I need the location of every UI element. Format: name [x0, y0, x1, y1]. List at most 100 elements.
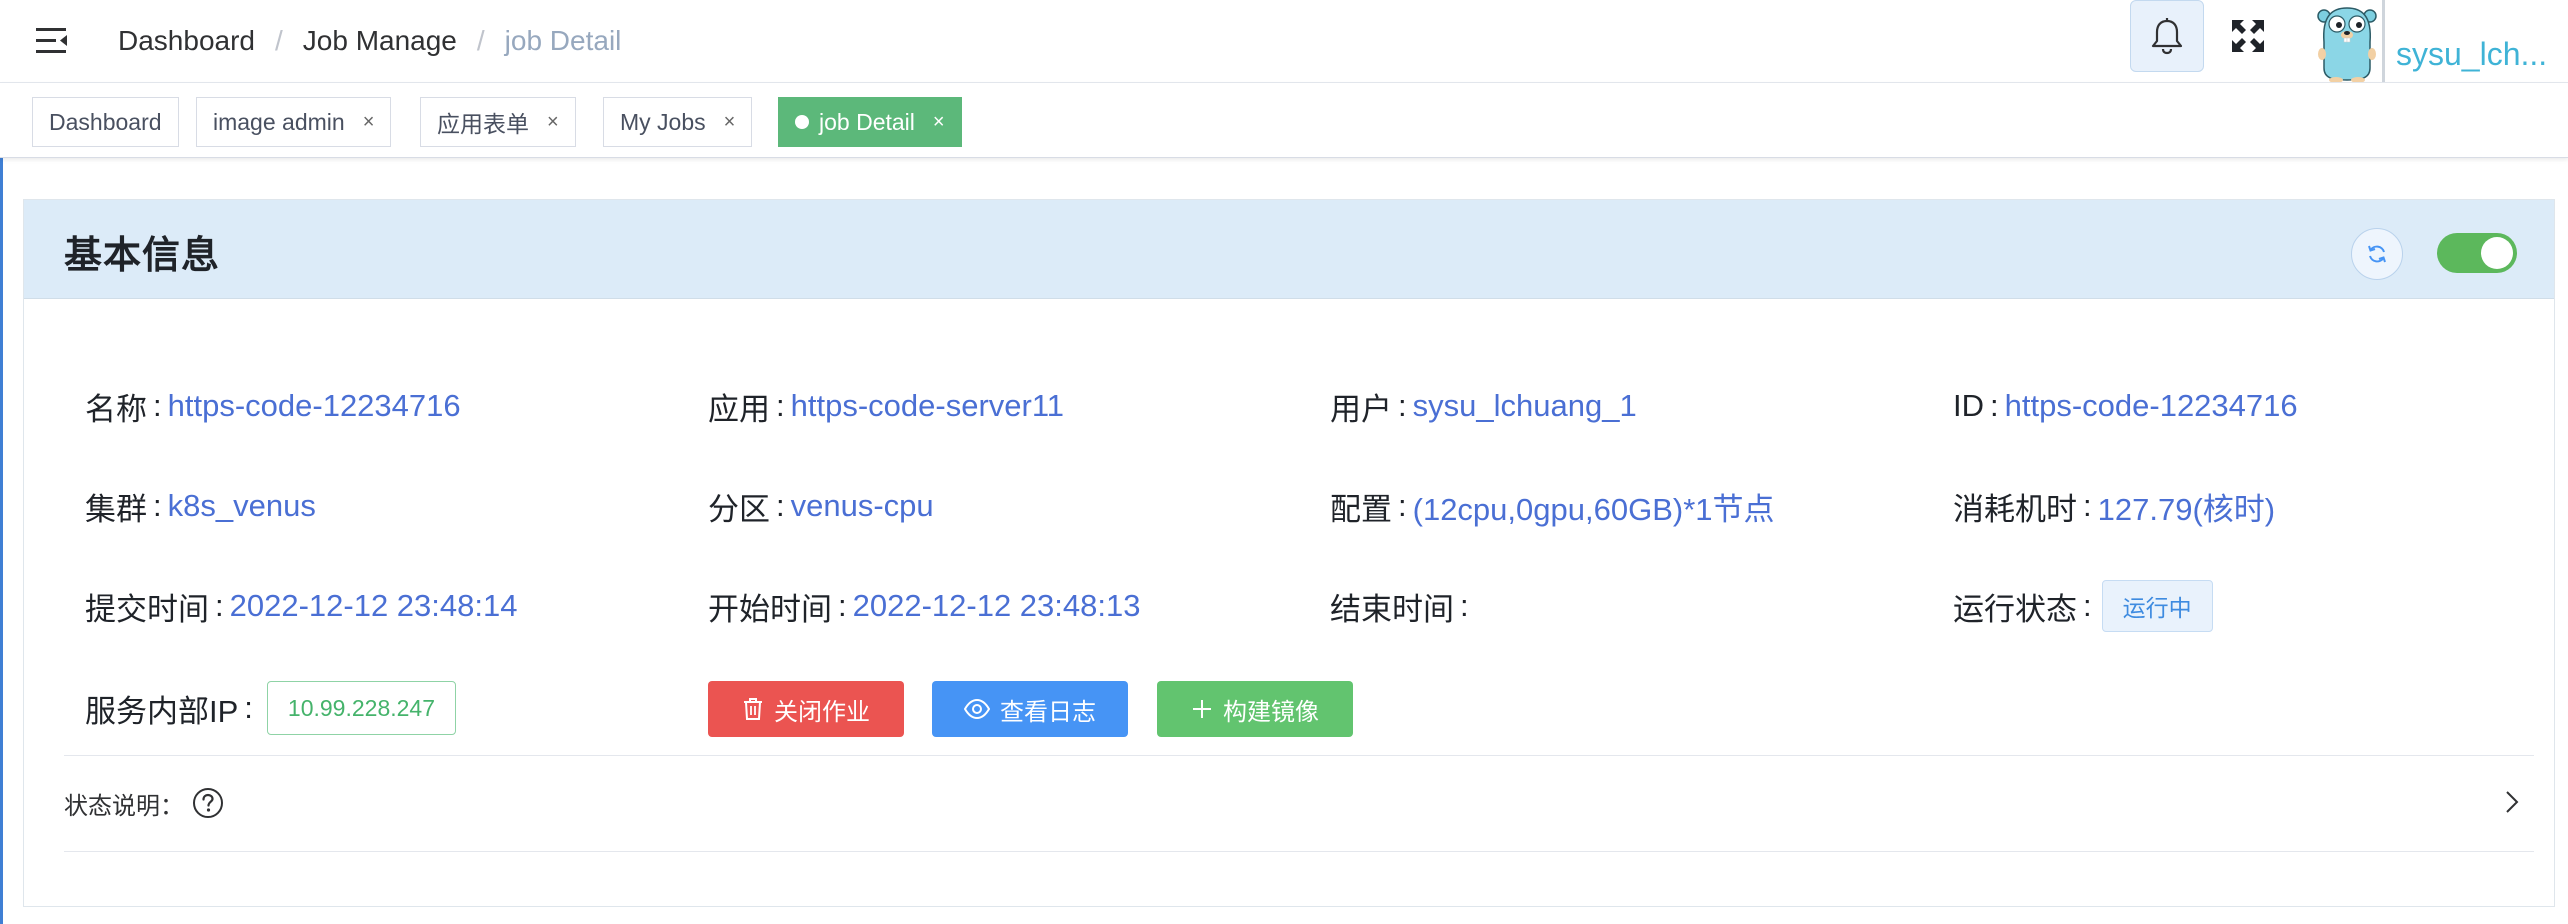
- field-label: 配置: [1330, 491, 1392, 527]
- field-value: (12cpu,0gpu,60GB)*1节点: [1412, 491, 1775, 527]
- tag-label: Dashboard: [49, 108, 162, 135]
- auto-refresh-toggle[interactable]: [2437, 233, 2517, 273]
- field-value: 127.79(核时): [2097, 491, 2276, 527]
- breadcrumb-job-detail: job Detail: [504, 25, 622, 56]
- eye-icon: [964, 699, 990, 719]
- close-icon[interactable]: ×: [933, 111, 945, 134]
- hamburger-icon[interactable]: [34, 24, 70, 58]
- field-label: 开始时间: [708, 591, 832, 627]
- field-partition: 分区: venus-cpu: [708, 478, 934, 534]
- status-badge: 运行中: [2101, 580, 2213, 632]
- field-run-status: 运行状态: 运行中: [1953, 578, 2213, 634]
- tag-label: 应用表单: [437, 111, 529, 137]
- field-value: https-code-12234716: [2004, 388, 2298, 423]
- field-name: 名称: https-code-12234716: [85, 378, 461, 434]
- card-header: 基本信息: [24, 200, 2554, 299]
- status-description-collapse[interactable]: 状态说明：: [64, 755, 2534, 851]
- colon: :: [2083, 588, 2092, 623]
- field-id: ID: https-code-12234716: [1953, 378, 2298, 434]
- field-value: venus-cpu: [790, 488, 934, 523]
- breadcrumb: Dashboard / Job Manage / job Detail: [118, 0, 621, 82]
- tags-view: Dashboard image admin × 应用表单 × My Jobs ×…: [0, 83, 2568, 158]
- close-icon[interactable]: ×: [547, 111, 559, 134]
- tag-my-jobs[interactable]: My Jobs ×: [603, 97, 753, 147]
- field-label: 应用: [708, 391, 770, 427]
- field-cluster: 集群: k8s_venus: [85, 478, 316, 534]
- colon: :: [153, 488, 162, 523]
- divider: [64, 851, 2534, 852]
- field-value: 2022-12-12 23:48:14: [229, 588, 518, 623]
- colon: :: [1990, 388, 1999, 423]
- field-label: 用户: [1330, 391, 1392, 427]
- fullscreen-icon[interactable]: [2228, 16, 2268, 56]
- tag-app-form[interactable]: 应用表单 ×: [420, 97, 576, 147]
- field-start-time: 开始时间:2022-12-12 23:48:13: [708, 578, 1140, 634]
- field-value: k8s_venus: [167, 488, 316, 523]
- toggle-knob: [2481, 237, 2513, 269]
- colon: :: [838, 588, 847, 623]
- tag-label: job Detail: [819, 108, 915, 135]
- refresh-icon: [2368, 245, 2386, 263]
- field-core-hours: 消耗机时:127.79(核时): [1953, 478, 2275, 534]
- field-value: https-code-server11: [790, 388, 1065, 423]
- card-title: 基本信息: [64, 235, 221, 277]
- field-value: https-code-12234716: [167, 388, 461, 423]
- field-user: 用户: sysu_lchuang_1: [1330, 378, 1637, 434]
- plus-icon: [1193, 700, 1211, 718]
- tag-dashboard[interactable]: Dashboard: [32, 97, 179, 147]
- colon: :: [153, 388, 162, 423]
- help-circle-icon[interactable]: [192, 787, 224, 819]
- field-config: 配置: (12cpu,0gpu,60GB)*1节点: [1330, 478, 1775, 534]
- breadcrumb-job-manage[interactable]: Job Manage: [303, 25, 457, 57]
- trash-icon: [744, 698, 762, 720]
- colon: :: [215, 588, 224, 623]
- stop-job-button[interactable]: 关闭作业: [708, 681, 904, 737]
- status-description-title: 状态说明：: [64, 792, 184, 820]
- colon: :: [776, 388, 785, 423]
- notification-button[interactable]: [2130, 0, 2204, 72]
- build-image-button[interactable]: 构建镜像: [1157, 681, 1353, 737]
- colon: :: [776, 488, 785, 523]
- chevron-right-icon[interactable]: [2504, 789, 2520, 815]
- colon: :: [1460, 588, 1469, 623]
- colon: :: [2083, 488, 2092, 523]
- gopher-avatar[interactable]: [2316, 2, 2378, 83]
- field-label: 名称: [85, 391, 147, 427]
- username[interactable]: sysu_lch...: [2396, 36, 2560, 73]
- view-log-button[interactable]: 查看日志: [932, 681, 1128, 737]
- breadcrumb-dashboard[interactable]: Dashboard: [118, 25, 255, 57]
- field-end-time: 结束时间:: [1330, 578, 1475, 634]
- close-icon[interactable]: ×: [724, 111, 736, 134]
- field-value: 2022-12-12 23:48:13: [852, 588, 1141, 623]
- colon: :: [1398, 388, 1407, 423]
- refresh-button[interactable]: [2351, 228, 2403, 280]
- user-separator: [2382, 0, 2385, 82]
- field-app: 应用: https-code-server11: [708, 378, 1064, 434]
- tag-image-admin[interactable]: image admin ×: [196, 97, 392, 147]
- field-label: 运行状态: [1953, 591, 2077, 627]
- colon: :: [244, 690, 253, 725]
- top-navbar: Dashboard / Job Manage / job Detail sysu…: [0, 0, 2568, 83]
- field-label: 提交时间: [85, 591, 209, 627]
- field-submit-time: 提交时间:2022-12-12 23:48:14: [85, 578, 517, 634]
- close-icon[interactable]: ×: [363, 111, 375, 134]
- field-label: 结束时间: [1330, 591, 1454, 627]
- button-label: 查看日志: [1000, 698, 1096, 726]
- field-label: ID: [1953, 388, 1984, 423]
- tag-label: image admin: [213, 108, 345, 135]
- bell-icon: [2151, 18, 2183, 55]
- field-label: 集群: [85, 491, 147, 527]
- field-internal-ip: 服务内部IP:10.99.228.247: [85, 680, 457, 736]
- active-dot-icon: [795, 115, 809, 129]
- tag-job-detail[interactable]: job Detail ×: [778, 97, 962, 147]
- button-label: 关闭作业: [774, 698, 870, 726]
- field-label: 分区: [708, 491, 770, 527]
- breadcrumb-separator: /: [476, 25, 485, 56]
- basic-info-card: 基本信息 名称: https-code-12234716 应用: https-cod…: [23, 199, 2555, 907]
- button-label: 构建镜像: [1223, 698, 1319, 726]
- ip-badge: 10.99.228.247: [266, 681, 457, 735]
- field-label: 消耗机时: [1953, 491, 2077, 527]
- tag-label: My Jobs: [620, 108, 706, 135]
- breadcrumb-separator: /: [274, 25, 283, 56]
- colon: :: [1398, 488, 1407, 523]
